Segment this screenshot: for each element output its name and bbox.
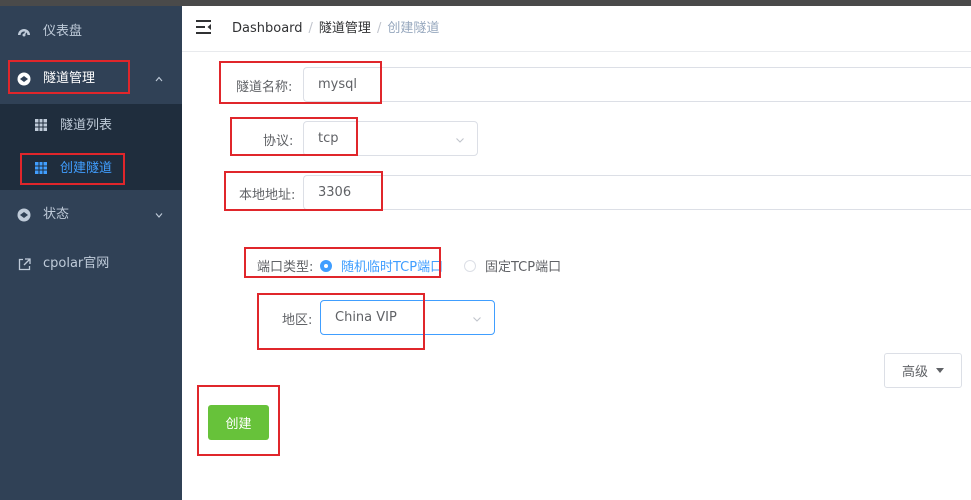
grid-icon	[35, 162, 47, 174]
tunnel-name-input[interactable]: mysql	[303, 67, 971, 102]
local-address-label: 本地地址:	[239, 188, 296, 203]
radio-checked-icon	[320, 259, 332, 272]
chevron-down-icon	[154, 209, 164, 219]
sidebar-item-label: 状态	[43, 207, 70, 222]
region-select[interactable]: China VIP	[320, 300, 495, 335]
breadcrumb-item-tunnel-management[interactable]: 隧道管理	[319, 21, 371, 36]
sidebar-item-create-tunnel[interactable]: 创建隧道	[0, 147, 182, 190]
advanced-button[interactable]: 高级	[884, 353, 962, 388]
tunnel-submenu: 隧道列表 创建隧道	[0, 104, 182, 190]
breadcrumb: Dashboard / 隧道管理 / 创建隧道	[232, 6, 439, 51]
dashboard-icon	[17, 25, 31, 39]
sidebar-item-label: cpolar官网	[43, 256, 110, 271]
tunnel-icon	[17, 72, 31, 86]
radio-fixed-tcp-port[interactable]: 固定TCP端口	[464, 256, 561, 275]
sidebar-item-status[interactable]: 状态	[0, 192, 182, 238]
chevron-down-icon	[472, 313, 482, 323]
port-type-label: 端口类型:	[257, 260, 314, 275]
sidebar-item-label: 隧道列表	[60, 118, 113, 133]
sidebar: 仪表盘 隧道管理 隧道列表 创建隧道 状态 cpolar官网	[0, 6, 182, 500]
protocol-value: tcp	[318, 131, 339, 146]
advanced-label: 高级	[901, 365, 928, 380]
sidebar-item-dashboard[interactable]: 仪表盘	[0, 9, 182, 55]
radio-label: 固定TCP端口	[485, 260, 562, 275]
region-label: 地区:	[282, 313, 313, 328]
local-address-input[interactable]: 3306	[303, 175, 971, 210]
navbar: Dashboard / 隧道管理 / 创建隧道	[182, 6, 971, 52]
grid-icon	[35, 119, 47, 131]
caret-down-icon	[936, 368, 944, 373]
hamburger-icon[interactable]	[196, 20, 212, 34]
tunnel-name-value: mysql	[318, 77, 357, 92]
breadcrumb-item-dashboard[interactable]: Dashboard	[232, 21, 303, 36]
breadcrumb-separator: /	[308, 21, 313, 36]
region-value: China VIP	[335, 310, 397, 325]
local-address-value: 3306	[318, 185, 352, 200]
sidebar-item-cpolar-website[interactable]: cpolar官网	[0, 241, 182, 287]
chevron-down-icon	[455, 134, 465, 144]
radio-random-tcp-port[interactable]: 随机临时TCP端口	[320, 256, 443, 275]
breadcrumb-item-current: 创建隧道	[387, 21, 440, 36]
sidebar-item-tunnel-management[interactable]: 隧道管理	[0, 56, 182, 102]
tunnel-name-label: 隧道名称:	[236, 80, 293, 95]
create-label: 创建	[225, 417, 252, 432]
sidebar-item-tunnel-list[interactable]: 隧道列表	[0, 104, 182, 147]
create-button[interactable]: 创建	[208, 405, 269, 440]
sidebar-item-label: 隧道管理	[43, 71, 96, 86]
sidebar-item-label: 创建隧道	[60, 161, 113, 176]
sidebar-item-label: 仪表盘	[43, 24, 83, 39]
protocol-select[interactable]: tcp	[303, 121, 478, 156]
status-icon	[17, 208, 31, 222]
chevron-up-icon	[154, 73, 164, 83]
protocol-label: 协议:	[263, 134, 294, 149]
breadcrumb-separator: /	[376, 21, 382, 36]
radio-unchecked-icon	[464, 259, 476, 272]
external-link-icon	[17, 257, 31, 271]
radio-label: 随机临时TCP端口	[341, 260, 444, 275]
